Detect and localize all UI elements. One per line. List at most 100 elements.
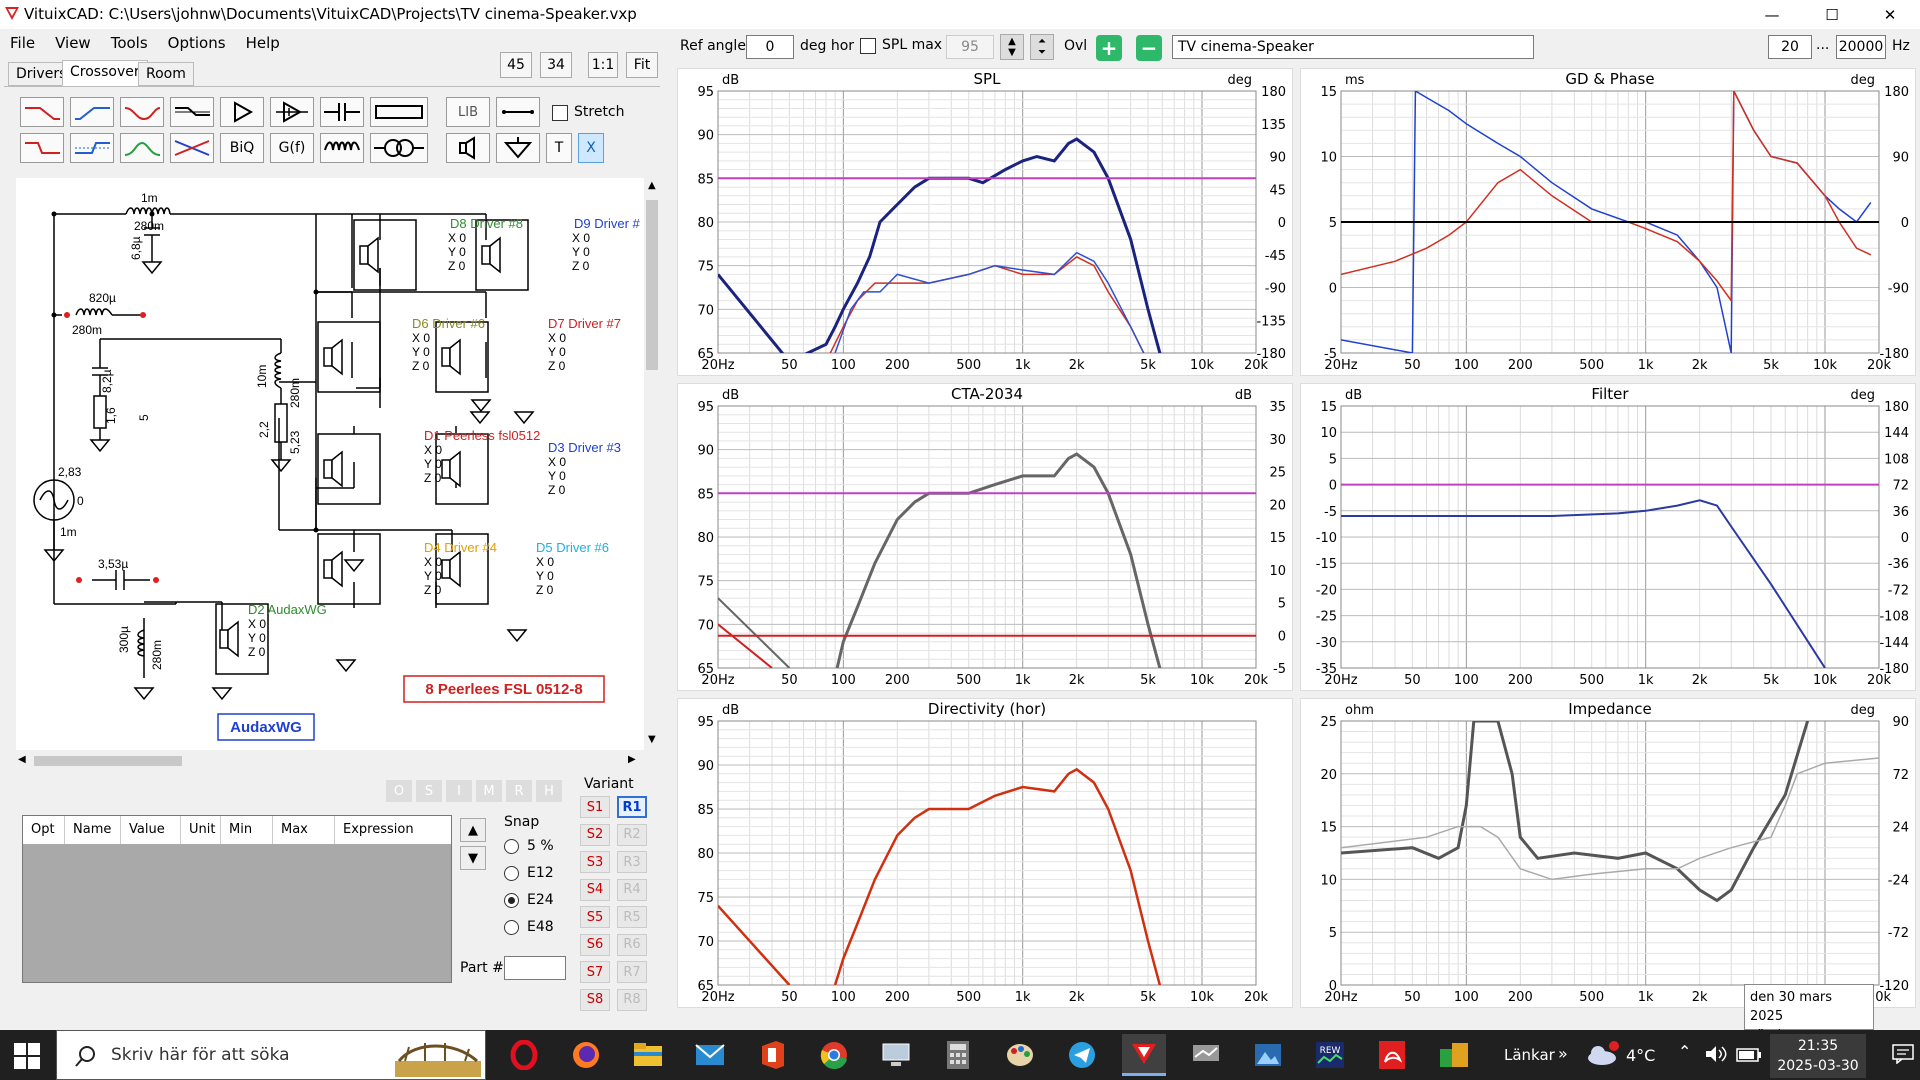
notifications-icon[interactable] xyxy=(1892,1044,1914,1065)
opt-r-button[interactable]: R xyxy=(506,780,532,802)
clock[interactable]: 21:35 2025-03-30 xyxy=(1770,1034,1866,1078)
variant-r6-button[interactable]: R6 xyxy=(617,933,647,956)
close-button[interactable]: ✕ xyxy=(1860,0,1920,29)
lowpass-2-icon[interactable] xyxy=(20,133,64,163)
snap-5pct[interactable]: 5 % xyxy=(504,838,554,854)
variant-s3-button[interactable]: S3 xyxy=(580,851,610,873)
scroll-down-icon[interactable]: ▼ xyxy=(648,734,656,745)
scroll-up-icon[interactable]: ▲ xyxy=(648,180,656,191)
variant-r5-button[interactable]: R5 xyxy=(617,906,647,928)
minimize-button[interactable]: — xyxy=(1742,0,1802,29)
lowpass-1-icon[interactable] xyxy=(20,97,64,127)
project-name-input[interactable]: TV cinema-Speaker xyxy=(1172,35,1534,59)
col-value[interactable]: Value xyxy=(121,816,181,844)
paint-icon[interactable] xyxy=(998,1034,1042,1076)
zoom-34-button[interactable]: 34 xyxy=(540,52,572,78)
freq-max-input[interactable]: 20000 xyxy=(1836,35,1886,59)
stretch-checkbox[interactable] xyxy=(552,105,568,121)
telegram-icon[interactable] xyxy=(1060,1034,1104,1076)
variant-r4-button[interactable]: R4 xyxy=(617,878,647,901)
freq-min-input[interactable]: 20 xyxy=(1768,35,1812,59)
gd-phase-plot[interactable]: GD & Phasems deg151050-5180900-90-18020Hz… xyxy=(1301,69,1917,377)
filter-plot[interactable]: FilterdB deg151050-5-10-15-20-25-30-35180… xyxy=(1301,384,1917,692)
text-tool-button[interactable]: T xyxy=(546,133,572,163)
opt-i-button[interactable]: I xyxy=(446,780,472,802)
capacitor-icon[interactable] xyxy=(320,97,364,127)
spl-max-stepper-icon[interactable]: ▲ ▼ xyxy=(1000,34,1024,60)
resistor-icon[interactable] xyxy=(370,97,428,127)
opera-icon[interactable] xyxy=(502,1034,546,1076)
zoom-fit-button[interactable]: Fit xyxy=(626,52,658,78)
links-label[interactable]: Länkar xyxy=(1504,1046,1555,1064)
highpass-2-icon[interactable] xyxy=(70,133,114,163)
snap-e48[interactable]: E48 xyxy=(504,919,554,935)
tab-room[interactable]: Room xyxy=(138,62,194,86)
move-down-icon[interactable]: ▼ xyxy=(460,846,486,870)
menu-options[interactable]: Options xyxy=(158,30,236,56)
directivity-plot[interactable]: Directivity (hor)dB9590858075706520Hz 50 1… xyxy=(678,699,1294,1009)
col-opt[interactable]: Opt xyxy=(23,816,65,844)
col-unit[interactable]: Unit xyxy=(181,816,221,844)
variant-r8-button[interactable]: R8 xyxy=(617,988,647,1011)
tab-crossover[interactable]: Crossover xyxy=(62,60,148,86)
battery-icon[interactable] xyxy=(1736,1048,1762,1062)
acrobat-icon[interactable] xyxy=(1370,1034,1414,1076)
variant-r2-button[interactable]: R2 xyxy=(617,823,647,846)
spl-max-checkbox[interactable] xyxy=(860,38,876,54)
ref-angle-input[interactable]: 0 xyxy=(746,35,794,59)
part-input[interactable] xyxy=(504,956,566,980)
overlay-add-icon[interactable]: + xyxy=(1096,35,1122,61)
zoom-1to1-button[interactable]: 1:1 xyxy=(588,52,618,78)
file-explorer-icon[interactable] xyxy=(626,1034,670,1076)
buffer-icon[interactable] xyxy=(270,97,314,127)
highpass-1-icon[interactable] xyxy=(70,97,114,127)
col-expression[interactable]: Expression xyxy=(335,816,451,844)
delete-tool-button[interactable]: X xyxy=(578,133,604,163)
opt-m-button[interactable]: M xyxy=(476,780,502,802)
variant-s5-button[interactable]: S5 xyxy=(580,906,610,928)
scroll-thumb-h[interactable] xyxy=(34,756,182,766)
scroll-thumb-v[interactable] xyxy=(646,200,658,370)
calculator-icon[interactable] xyxy=(936,1034,980,1076)
allpass-icon[interactable] xyxy=(170,133,214,163)
spl-plot[interactable]: SPLdB deg9590858075706518013590450-45-90-… xyxy=(678,69,1294,377)
col-max[interactable]: Max xyxy=(273,816,335,844)
mail-icon[interactable] xyxy=(688,1034,732,1076)
weather-icon[interactable] xyxy=(1586,1040,1622,1066)
photos-icon[interactable] xyxy=(1246,1034,1290,1076)
schematic-canvas[interactable]: 1m 280m 6,8µ 820µ 280m 8,2µ 1,6 5 10m 28… xyxy=(16,178,644,750)
monitor-app-icon[interactable] xyxy=(874,1034,918,1076)
impedance-plot[interactable]: Impedanceohm deg2520151050907224-24-72-12… xyxy=(1301,699,1917,1009)
firefox-icon[interactable] xyxy=(564,1034,608,1076)
opt-s-button[interactable]: S xyxy=(416,780,442,802)
volume-icon[interactable] xyxy=(1704,1044,1728,1064)
office-icon[interactable] xyxy=(750,1034,794,1076)
scroll-right-icon[interactable]: ▶ xyxy=(628,754,636,765)
bandpass-icon[interactable] xyxy=(120,133,164,163)
amplifier-icon[interactable] xyxy=(220,97,264,127)
spl-max-input[interactable]: 95 xyxy=(946,35,994,59)
radio-e48-icon[interactable] xyxy=(504,919,519,935)
chrome-icon[interactable] xyxy=(812,1034,856,1076)
scroll-left-icon[interactable]: ◀ xyxy=(18,754,26,765)
variant-s2-button[interactable]: S2 xyxy=(580,823,610,846)
peaking-filter-icon[interactable] xyxy=(120,97,164,127)
driver-icon[interactable] xyxy=(446,133,490,163)
inductor-icon[interactable] xyxy=(320,133,364,163)
menu-view[interactable]: View xyxy=(45,30,101,56)
variant-s8-button[interactable]: S8 xyxy=(580,988,610,1011)
menu-tools[interactable]: Tools xyxy=(101,30,158,56)
chevron-icon[interactable]: » xyxy=(1558,1044,1568,1063)
transformer-icon[interactable] xyxy=(370,133,428,163)
ground-icon[interactable] xyxy=(496,133,540,163)
biquad-button[interactable]: BiQ xyxy=(220,133,264,163)
variant-s4-button[interactable]: S4 xyxy=(580,878,610,901)
vituixcad-taskbar-icon[interactable] xyxy=(1122,1034,1166,1076)
schematic-horizontal-scrollbar[interactable]: ◀ ▶ xyxy=(16,752,644,770)
cta-plot[interactable]: CTA-2034dB dB9590858075706535302520151050… xyxy=(678,384,1294,692)
opt-h-button[interactable]: H xyxy=(536,780,562,802)
menu-file[interactable]: File xyxy=(0,30,45,56)
overlay-remove-icon[interactable]: − xyxy=(1136,35,1162,61)
menu-help[interactable]: Help xyxy=(236,30,290,56)
shelf-filter-icon[interactable] xyxy=(170,97,214,127)
